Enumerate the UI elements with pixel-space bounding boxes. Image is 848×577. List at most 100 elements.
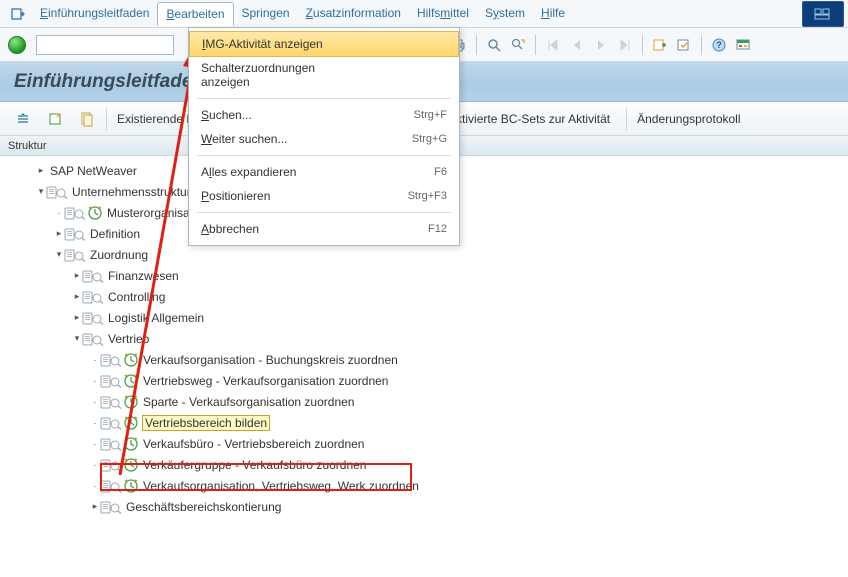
activity-icon[interactable] — [123, 436, 139, 452]
tree-node-label: Verkaufsorganisation, Vertriebsweg, Werk… — [143, 479, 419, 493]
tree-node[interactable]: ·Verkaufsbüro - Vertriebsbereich zuordne… — [8, 433, 848, 454]
document-icon[interactable] — [100, 395, 122, 409]
tree-node[interactable]: ▸ Geschäftsbereichskontierung — [8, 496, 848, 517]
menu-hilfsmittel[interactable]: Hilfsmittel — [409, 2, 477, 26]
collapse-all-button[interactable] — [42, 108, 68, 130]
menu-item-label: Weiter suchen... — [201, 132, 341, 146]
menu-bearbeiten[interactable]: Bearbeiten — [157, 2, 233, 26]
tree-node[interactable]: ·Verkaufsorganisation, Vertriebsweg, Wer… — [8, 475, 848, 496]
menu-item-label: Suchen... — [201, 108, 341, 122]
document-icon[interactable] — [64, 227, 86, 241]
menu-hilfe[interactable]: Hilfe — [533, 2, 573, 26]
collapse-icon[interactable]: ▾ — [36, 186, 46, 197]
expand-icon[interactable]: ▸ — [72, 270, 82, 281]
activity-icon[interactable] — [87, 205, 103, 221]
tree-node[interactable]: ·Sparte - Verkaufsorganisation zuordnen — [8, 391, 848, 412]
customize-layout-icon[interactable] — [732, 34, 754, 56]
tree-node[interactable]: ▸Controlling — [8, 286, 848, 307]
where-used-button[interactable] — [74, 108, 100, 130]
activity-icon[interactable] — [123, 457, 139, 473]
tree-node-label: Vertriebsbereich bilden — [143, 416, 269, 430]
help-icon[interactable]: ? — [708, 34, 730, 56]
menu-item-label: Alles expandieren — [201, 165, 341, 179]
enter-icon[interactable] — [8, 36, 26, 54]
tree-node-label: Verkäufergruppe - Verkaufsbüro zuordnen — [143, 458, 366, 472]
expand-icon[interactable]: ▸ — [72, 291, 82, 302]
document-icon[interactable] — [82, 332, 104, 346]
document-icon[interactable] — [64, 248, 86, 262]
find-icon[interactable] — [483, 34, 505, 56]
menu-item-label: IMG-Aktivität anzeigen — [202, 37, 340, 51]
document-icon[interactable] — [82, 311, 104, 325]
activity-icon[interactable] — [123, 478, 139, 494]
generate-shortcut-icon[interactable] — [673, 34, 695, 56]
document-icon[interactable] — [100, 458, 122, 472]
menu-item-img-aktivit-t-anzeigen[interactable]: IMG-Aktivität anzeigen — [189, 31, 459, 57]
collapse-icon[interactable]: ▾ — [72, 333, 82, 344]
last-page-icon[interactable] — [614, 34, 636, 56]
menu-item-positionieren[interactable]: PositionierenStrg+F3 — [189, 184, 459, 208]
document-icon[interactable] — [82, 269, 104, 283]
leaf-bullet-icon: · — [54, 208, 64, 218]
expand-icon[interactable]: ▸ — [54, 228, 64, 239]
menu-item-shortcut: Strg+G — [391, 133, 447, 145]
menu-item-schalterzuordnungen-anzeigen[interactable]: Schalterzuordnungen anzeigen — [189, 56, 459, 94]
svg-text:?: ? — [716, 40, 722, 50]
document-icon[interactable] — [100, 479, 122, 493]
document-icon[interactable] — [82, 290, 104, 304]
tree-node-label: Geschäftsbereichskontierung — [126, 500, 281, 514]
activity-icon[interactable] — [123, 352, 139, 368]
tree-node[interactable]: ▾Vertrieb — [8, 328, 848, 349]
menu-item-suchen[interactable]: Suchen... Strg+F — [189, 103, 459, 127]
activity-icon[interactable] — [123, 394, 139, 410]
tree-node[interactable]: · Vertriebsbereich bilden — [8, 412, 848, 433]
document-icon[interactable] — [100, 353, 122, 367]
menu-item-alles-expandieren[interactable]: Alles expandierenF6 — [189, 160, 459, 184]
expand-icon[interactable]: ▸ — [72, 312, 82, 323]
document-icon[interactable] — [100, 416, 122, 430]
document-icon[interactable] — [100, 500, 122, 514]
menu-zusatzinformation[interactable]: Zusatzinformation — [298, 2, 409, 26]
menu-system[interactable]: System — [477, 2, 533, 26]
menu-item-shortcut: F12 — [391, 223, 447, 235]
leaf-bullet-icon: · — [90, 418, 100, 428]
menu-item-shortcut: Strg+F — [391, 109, 447, 121]
find-next-icon[interactable] — [507, 34, 529, 56]
document-icon[interactable] — [100, 437, 122, 451]
tree-node[interactable]: ·Verkaufsorganisation - Buchungskreis zu… — [8, 349, 848, 370]
tree-node[interactable]: ▾ Zuordnung — [8, 244, 848, 265]
window-button[interactable] — [802, 1, 844, 27]
tree-node[interactable]: ▸Finanzwesen — [8, 265, 848, 286]
tree-node[interactable]: ▸Logistik Allgemein — [8, 307, 848, 328]
prev-page-icon[interactable] — [566, 34, 588, 56]
changelog-button[interactable]: Änderungsprotokoll — [626, 108, 750, 130]
leaf-bullet-icon: · — [90, 355, 100, 365]
menu-item-abbrechen[interactable]: AbbrechenF12 — [189, 217, 459, 241]
tree-node-label: Zuordnung — [90, 248, 148, 262]
menu-item-weiter-suchen[interactable]: Weiter suchen... Strg+G — [189, 127, 459, 151]
activity-icon[interactable] — [123, 373, 139, 389]
tree-node-label: Unternehmensstruktur — [72, 185, 191, 199]
new-session-icon[interactable] — [649, 34, 671, 56]
next-page-icon[interactable] — [590, 34, 612, 56]
collapse-icon[interactable]: ▾ — [54, 249, 64, 260]
expand-icon[interactable]: ▸ — [90, 501, 100, 512]
document-icon[interactable] — [100, 374, 122, 388]
menu-item-label: Schalterzuordnungen anzeigen — [201, 61, 341, 89]
expand-all-button[interactable] — [10, 108, 36, 130]
expand-icon[interactable]: ▸ — [36, 165, 46, 176]
menu-exit-icon[interactable] — [8, 4, 28, 24]
command-field[interactable] — [36, 35, 174, 55]
activity-icon[interactable] — [123, 415, 139, 431]
menu-einf-hrungsleitfaden[interactable]: Einführungsleitfaden — [32, 2, 157, 26]
menu-springen[interactable]: Springen — [234, 2, 298, 26]
tree-node[interactable]: ·Vertriebsweg - Verkaufsorganisation zuo… — [8, 370, 848, 391]
activated-bc-sets-button[interactable]: Aktivierte BC-Sets zur Aktivität — [437, 108, 620, 130]
menu-bar: EinführungsleitfadenBearbeitenSpringenZu… — [0, 0, 848, 28]
tree-node-label: SAP NetWeaver — [50, 164, 137, 178]
first-page-icon[interactable] — [542, 34, 564, 56]
tree-node[interactable]: ·Verkäufergruppe - Verkaufsbüro zuordnen — [8, 454, 848, 475]
leaf-bullet-icon: · — [90, 439, 100, 449]
document-icon[interactable] — [46, 185, 68, 199]
document-icon[interactable] — [64, 206, 86, 220]
